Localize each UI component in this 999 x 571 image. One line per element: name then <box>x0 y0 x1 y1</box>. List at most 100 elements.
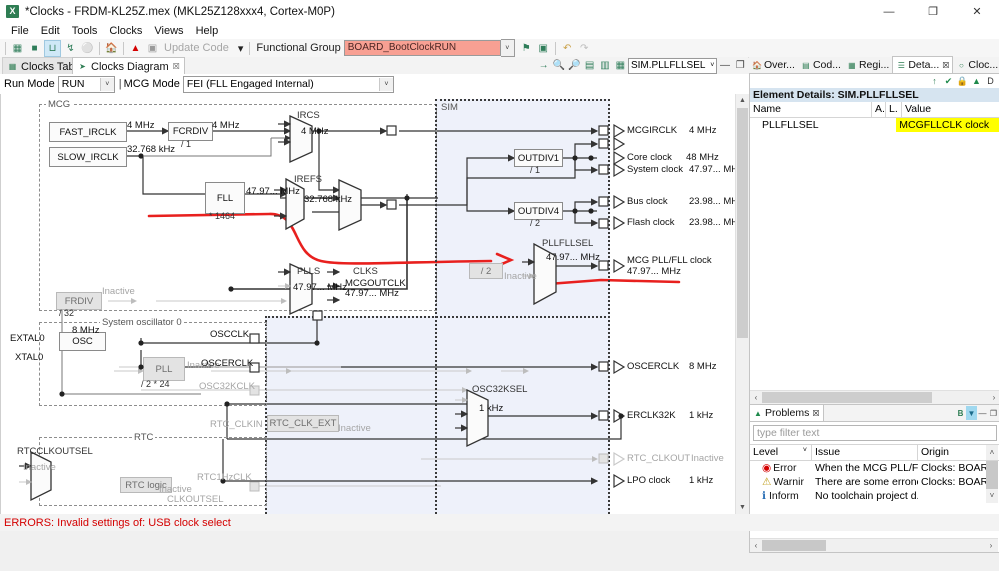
details-horizontal-scrollbar[interactable]: ‹ › <box>750 390 999 404</box>
problems-col-level[interactable]: Level ˅ <box>750 445 812 460</box>
details-row-value[interactable]: MCGFLLCLK clock <box>896 118 999 132</box>
problems-maximize-button[interactable]: ❐ <box>988 406 999 420</box>
filter-icon[interactable]: ▼ <box>966 406 977 420</box>
close-icon[interactable]: ☒ <box>812 409 819 418</box>
table-icon[interactable]: ▦ <box>10 41 25 56</box>
fit-width-icon[interactable]: ▥ <box>598 58 611 73</box>
undo-icon[interactable]: ↶ <box>560 41 575 56</box>
update-code-label[interactable]: Update Code <box>164 42 229 54</box>
pin-icon[interactable]: ↯ <box>63 41 78 56</box>
view-maximize-button[interactable]: ❐ <box>734 58 747 73</box>
view-minimize-button[interactable]: — <box>718 58 731 73</box>
block-fll[interactable]: FLL <box>205 182 245 214</box>
circle-icon[interactable]: ■ <box>27 41 42 56</box>
tab-overview[interactable]: 🏠 Over... <box>749 57 798 73</box>
arrow-right-icon[interactable]: → <box>537 58 550 73</box>
check-icon[interactable]: ✔ <box>942 75 955 88</box>
window-icon[interactable]: ▣ <box>536 41 551 56</box>
run-mode-select[interactable]: RUN ˅ <box>57 75 115 93</box>
zoom-out-icon[interactable]: 🔎 <box>568 58 581 73</box>
details-scroll-left-arrow[interactable]: ‹ <box>750 393 762 402</box>
table-row[interactable]: ⚠Warnir There are some errone... Clocks:… <box>750 475 999 489</box>
mux-irefs-value: 32.768 kHz <box>304 194 353 205</box>
waveform-icon[interactable]: ⊔ <box>44 39 61 57</box>
flag-icon[interactable]: ⚑ <box>519 41 534 56</box>
diagram-element-select[interactable]: SIM.PLLFLLSEL ˅ <box>627 57 718 74</box>
home-icon[interactable]: 🏠 <box>104 41 119 56</box>
tab-code[interactable]: ▤ Cod... <box>798 57 844 73</box>
shield-icon[interactable]: ⚪ <box>80 41 95 56</box>
menu-clocks[interactable]: Clocks <box>103 23 148 39</box>
d-icon[interactable]: D <box>984 75 997 88</box>
tab-details[interactable]: ☰ Deta... ☒ <box>892 56 954 74</box>
scroll-down-arrow[interactable]: ▼ <box>736 501 749 514</box>
problems-col-issue[interactable]: Issue <box>812 445 918 460</box>
table-row[interactable]: ℹ Inform No toolchain project d... ˅ <box>750 489 999 503</box>
problems-hscroll-right-arrow[interactable]: › <box>984 541 998 550</box>
collapse-icon[interactable]: ↑ <box>928 75 941 88</box>
details-col-l[interactable]: L. <box>886 102 902 117</box>
block-fast-irclk[interactable]: FAST_IRCLK <box>49 122 127 142</box>
block-rtc-clk-ext[interactable]: RTC_CLK_EXT <box>267 415 339 432</box>
menu-edit[interactable]: Edit <box>35 23 66 39</box>
close-button[interactable]: ✕ <box>955 0 999 23</box>
zoom-in-icon[interactable]: 🔍 <box>552 58 565 73</box>
problems-row-issue: When the MCG PLL/FL... <box>815 462 918 474</box>
run-mode-value: RUN <box>61 78 85 90</box>
minimize-button[interactable]: — <box>867 0 911 23</box>
diagram-vertical-scrollbar[interactable]: ▲ ▼ <box>735 94 749 514</box>
lock-icon[interactable]: 🔒 <box>956 75 969 88</box>
maximize-button[interactable]: ❐ <box>911 0 955 23</box>
tab-problems[interactable]: ▲ Problems ☒ <box>749 404 824 422</box>
details-col-a[interactable]: A. <box>872 102 886 117</box>
problems-horizontal-scrollbar[interactable]: ‹ › <box>750 538 998 552</box>
diagram-surface[interactable]: MCG SIM System oscillator 0 RTC FAST_IRC… <box>1 94 739 514</box>
output-bus-clock-value: 23.98... MH <box>689 196 739 207</box>
output-flash-clock-label: Flash clock <box>627 217 675 228</box>
status-error-text: ERRORS: Invalid settings of: USB clock s… <box>4 516 231 529</box>
warning-icon[interactable]: ▲ <box>128 41 143 56</box>
diagram-scroll-thumb[interactable] <box>737 108 748 338</box>
update-code-dropdown-arrow[interactable]: ▾ <box>238 42 244 55</box>
block-div2[interactable]: / 2 <box>469 263 503 279</box>
problems-scroll-thumb[interactable] <box>986 461 998 475</box>
clocks-diagram-canvas[interactable]: MCG SIM System oscillator 0 RTC FAST_IRC… <box>0 94 750 515</box>
problems-minimize-button[interactable]: — <box>977 406 988 420</box>
problems-hscroll-thumb[interactable] <box>762 540 826 551</box>
problems-filter-input[interactable]: type filter text <box>753 425 997 441</box>
mode-bar: Run Mode RUN ˅ | MCG Mode FEI (FLL Engag… <box>0 74 752 95</box>
menu-tools[interactable]: Tools <box>66 23 104 39</box>
problems-toolbar: B ▼ — ❐ <box>955 406 999 420</box>
warning-icon[interactable]: ▲ <box>970 75 983 88</box>
details-col-name[interactable]: Name <box>750 102 872 117</box>
details-scroll-right-arrow[interactable]: › <box>988 393 999 402</box>
details-col-value[interactable]: Value <box>902 102 998 117</box>
tab-registers[interactable]: ▦ Regi... <box>844 57 892 73</box>
problems-scroll-up-arrow[interactable]: ˄ <box>986 445 998 460</box>
details-row-l <box>881 118 896 132</box>
mcg-mode-select[interactable]: FEI (FLL Engaged Internal) ˅ <box>182 75 394 93</box>
close-icon[interactable]: ☒ <box>173 62 180 71</box>
problems-hscroll-left-arrow[interactable]: ‹ <box>750 541 762 550</box>
problems-scroll-down-arrow[interactable]: ˅ <box>986 489 998 503</box>
table-row[interactable]: ◉Error When the MCG PLL/FL... Clocks: BO… <box>750 461 999 475</box>
b-icon[interactable]: B <box>955 406 966 420</box>
menu-file[interactable]: File <box>5 23 35 39</box>
tab-clocks[interactable]: ○ Cloc... <box>953 57 999 73</box>
fit-window-icon[interactable]: ▦ <box>614 58 627 73</box>
fit-page-icon[interactable]: ▤ <box>583 58 596 73</box>
scroll-up-arrow[interactable]: ▲ <box>736 94 749 107</box>
problems-col-origin[interactable]: Origin <box>918 445 986 460</box>
block-slow-irclk[interactable]: SLOW_IRCLK <box>49 147 127 167</box>
table-row[interactable]: PLLFLLSEL MCGFLLCLK clock <box>750 118 999 132</box>
problems-row-level: ◉ Error <box>750 461 812 475</box>
details-scroll-thumb[interactable] <box>762 392 932 403</box>
close-icon[interactable]: ☒ <box>942 61 949 70</box>
functional-group-value[interactable]: BOARD_BootClockRUN <box>343 40 501 56</box>
info-icon: ℹ <box>762 490 766 502</box>
block-pll[interactable]: PLL <box>143 357 185 381</box>
problems-scroll-thumb[interactable] <box>986 475 998 489</box>
menu-help[interactable]: Help <box>190 23 225 39</box>
functional-group-dropdown-arrow[interactable]: ˅ <box>500 39 515 57</box>
menu-views[interactable]: Views <box>148 23 189 39</box>
